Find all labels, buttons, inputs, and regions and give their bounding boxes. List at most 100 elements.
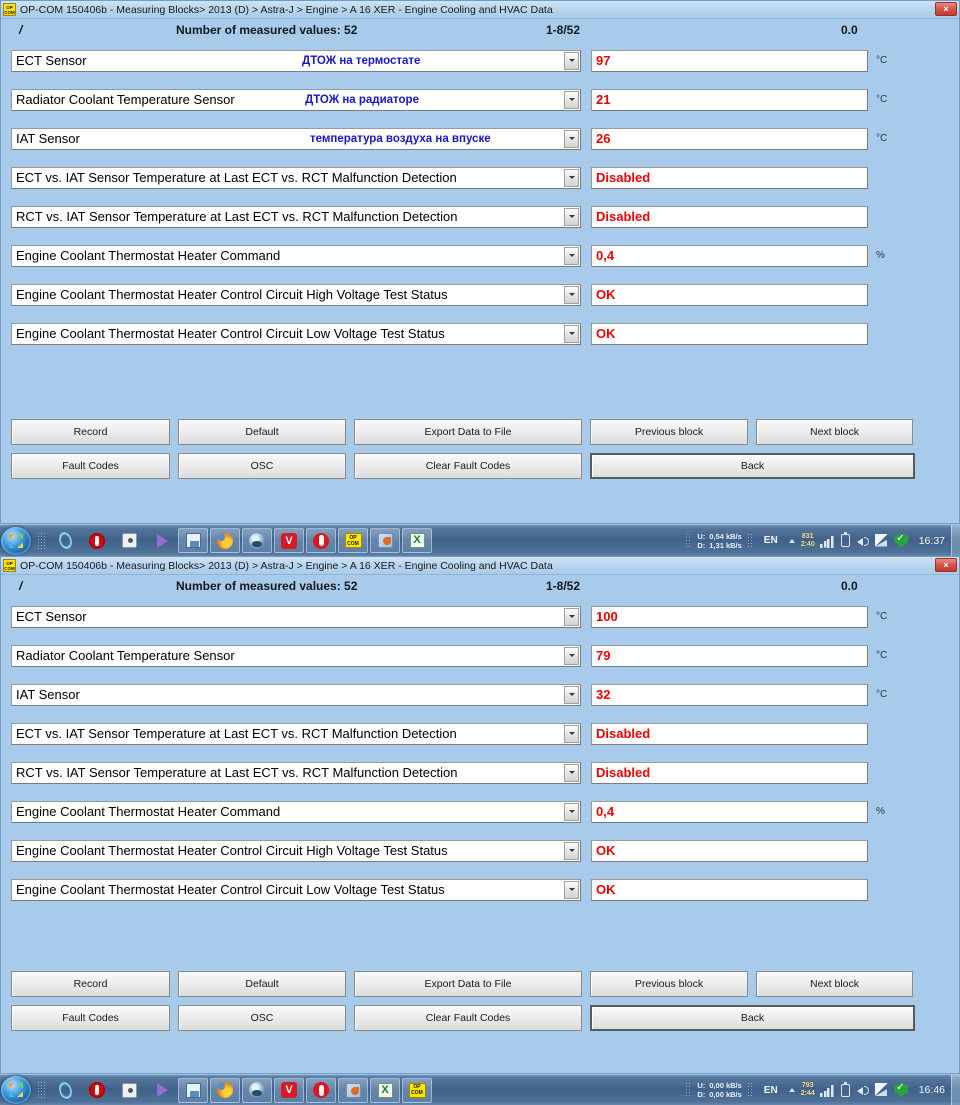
previous-block-button[interactable]: Previous block [590,971,748,997]
paint-icon[interactable] [338,1077,368,1103]
show-desktop-button[interactable] [951,1075,960,1105]
parameter-select[interactable]: ECT vs. IAT Sensor Temperature at Last E… [11,722,581,745]
network-signal-icon[interactable] [820,1083,835,1097]
chevron-down-icon[interactable] [564,685,579,704]
vivaldi-icon[interactable]: V [274,528,304,553]
export-data-button[interactable]: Export Data to File [354,971,582,997]
firefox-icon[interactable] [210,528,240,553]
battery-icon[interactable] [840,532,850,547]
parameter-select[interactable]: ECT Sensor [11,605,581,628]
opera-icon[interactable] [82,1078,112,1103]
tray-grip-4[interactable] [746,1082,754,1098]
show-hidden-icons-icon[interactable] [788,1088,795,1092]
network-signal-icon[interactable] [820,533,835,548]
close-button-2[interactable]: × [935,558,957,572]
taskbar-grip[interactable] [37,531,46,550]
parameter-select[interactable]: RCT vs. IAT Sensor Temperature at Last E… [11,205,581,228]
save-icon[interactable] [178,528,208,553]
next-block-button[interactable]: Next block [756,419,913,445]
opera-icon[interactable] [82,528,112,553]
parameter-select[interactable]: Radiator Coolant Temperature Sensor ДТОЖ… [11,88,581,111]
parameter-select[interactable]: Engine Coolant Thermostat Heater Command [11,800,581,823]
excel-icon[interactable]: X [402,528,432,553]
media-player-icon[interactable] [146,528,176,553]
parameter-select[interactable]: Engine Coolant Thermostat Heater Control… [11,283,581,306]
chevron-down-icon[interactable] [564,207,579,226]
opera-red-icon[interactable] [306,1077,336,1103]
chevron-down-icon[interactable] [564,607,579,626]
start-button-icon[interactable] [1,526,31,555]
vivaldi-icon[interactable]: V [274,1077,304,1103]
taskbar-grip-2[interactable] [37,1081,46,1099]
antivirus-shield-icon[interactable] [894,533,909,548]
clear-fault-codes-button[interactable]: Clear Fault Codes [354,1005,582,1031]
antivirus-shield-icon[interactable] [894,1083,909,1097]
browser-blue-icon[interactable] [242,528,272,553]
excel-icon[interactable]: X [370,1077,400,1103]
network-speed-monitor[interactable]: U: D: 0,54 kB/s 1,31 kB/s [697,532,741,550]
default-button[interactable]: Default [178,971,346,997]
volume-icon[interactable] [856,1083,870,1097]
parameter-select[interactable]: ECT vs. IAT Sensor Temperature at Last E… [11,166,581,189]
media-player-icon[interactable] [146,1078,176,1103]
export-data-button[interactable]: Export Data to File [354,419,582,445]
record-button[interactable]: Record [11,971,170,997]
osc-button[interactable]: OSC [178,1005,346,1031]
language-indicator[interactable]: EN [764,1085,778,1096]
app-gray-icon[interactable] [114,528,144,553]
tray-grip[interactable] [685,532,693,549]
chevron-down-icon[interactable] [564,51,579,70]
chevron-down-icon[interactable] [564,246,579,265]
chevron-down-icon[interactable] [564,880,579,899]
fault-codes-button[interactable]: Fault Codes [11,1005,170,1031]
chevron-down-icon[interactable] [564,90,579,109]
parameter-select[interactable]: Engine Coolant Thermostat Heater Control… [11,322,581,345]
chevron-down-icon[interactable] [564,724,579,743]
chevron-down-icon[interactable] [564,129,579,148]
internet-explorer-icon[interactable] [50,528,80,553]
show-hidden-icons-icon[interactable] [788,538,795,543]
tray-grip-3[interactable] [685,1082,693,1098]
action-center-flag-icon[interactable] [875,533,890,548]
app-gray-icon[interactable] [114,1078,144,1103]
start-button-icon-2[interactable] [1,1076,31,1104]
firefox-icon[interactable] [210,1077,240,1103]
battery-icon[interactable] [840,1081,850,1097]
close-button[interactable]: × [935,2,957,16]
back-button[interactable]: Back [590,1005,915,1031]
default-button[interactable]: Default [178,419,346,445]
parameter-select[interactable]: Engine Coolant Thermostat Heater Control… [11,878,581,901]
chevron-down-icon[interactable] [564,646,579,665]
chevron-down-icon[interactable] [564,168,579,187]
parameter-select[interactable]: RCT vs. IAT Sensor Temperature at Last E… [11,761,581,784]
chevron-down-icon[interactable] [564,763,579,782]
internet-explorer-icon[interactable] [50,1078,80,1103]
clock[interactable]: 16:37 [919,535,945,547]
chevron-down-icon[interactable] [564,285,579,304]
volume-icon[interactable] [856,534,870,548]
show-desktop-button[interactable] [951,525,960,556]
fault-codes-button[interactable]: Fault Codes [11,453,170,479]
chevron-down-icon[interactable] [564,324,579,343]
tray-grip-2[interactable] [746,532,754,549]
network-speed-monitor-2[interactable]: U: D: 0,00 kB/s 0,00 kB/s [697,1081,741,1099]
browser-blue-icon[interactable] [242,1077,272,1103]
previous-block-button[interactable]: Previous block [590,419,748,445]
parameter-select[interactable]: IAT Sensor [11,683,581,706]
parameter-select[interactable]: Engine Coolant Thermostat Heater Control… [11,839,581,862]
language-indicator[interactable]: EN [764,535,778,546]
chevron-down-icon[interactable] [564,841,579,860]
paint-icon[interactable] [370,528,400,553]
opcom-icon[interactable]: OP COM [402,1077,432,1103]
record-button[interactable]: Record [11,419,170,445]
parameter-select[interactable]: IAT Sensor температура воздуха на впуске [11,127,581,150]
parameter-select[interactable]: ECT Sensor ДТОЖ на термостате [11,49,581,72]
opcom-icon[interactable]: OP COM [338,528,368,553]
clear-fault-codes-button[interactable]: Clear Fault Codes [354,453,582,479]
opera-red-icon[interactable] [306,528,336,553]
chevron-down-icon[interactable] [564,802,579,821]
parameter-select[interactable]: Engine Coolant Thermostat Heater Command [11,244,581,267]
save-icon[interactable] [178,1077,208,1103]
next-block-button[interactable]: Next block [756,971,913,997]
back-button[interactable]: Back [590,453,915,479]
